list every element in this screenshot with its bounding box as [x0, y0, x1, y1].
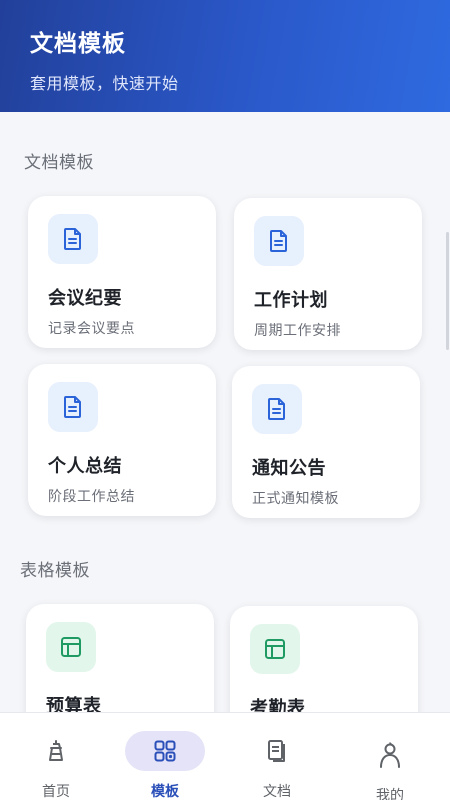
card-description: 正式通知模板 [252, 491, 339, 507]
table-icon [46, 622, 96, 672]
template-card-meeting-minutes[interactable]: 会议纪要 记录会议要点 [28, 196, 216, 348]
nav-item-templates[interactable]: 模板 [109, 713, 221, 800]
card-title: 工作计划 [254, 290, 328, 311]
section-title-document: 文档模板 [24, 153, 94, 173]
card-description: 阶段工作总结 [48, 489, 135, 505]
card-description: 记录会议要点 [48, 321, 135, 337]
page-subtitle: 套用模板，快速开始 [30, 74, 179, 93]
nav-item-documents[interactable]: 文档 [221, 713, 333, 800]
template-card-personal-summary[interactable]: 个人总结 阶段工作总结 [28, 364, 216, 516]
card-title: 预算表 [46, 696, 102, 712]
document-icon [252, 384, 302, 434]
nav-label: 模板 [151, 784, 179, 800]
template-card-budget[interactable]: 预算表 [26, 604, 214, 712]
card-title: 通知公告 [252, 458, 326, 479]
nav-item-profile[interactable]: 我的 [334, 717, 446, 800]
home-icon [49, 740, 63, 761]
grid-icon [154, 740, 176, 762]
document-icon [48, 382, 98, 432]
template-card-work-plan[interactable]: 工作计划 周期工作安排 [234, 198, 422, 350]
scrollbar[interactable] [446, 232, 449, 350]
table-icon [250, 624, 300, 674]
person-icon [380, 742, 400, 768]
page-title: 文档模板 [30, 31, 126, 57]
template-list[interactable]: 文档模板 会议纪要 记录会议要点 工作计划 周期工作安排 个人总结 阶段工作总结… [0, 112, 450, 712]
nav-label: 我的 [376, 788, 404, 800]
nav-label: 首页 [42, 784, 70, 800]
page-header: 文档模板 套用模板，快速开始 [0, 0, 450, 112]
card-title: 个人总结 [48, 456, 122, 477]
files-icon [268, 740, 285, 762]
template-card-notice[interactable]: 通知公告 正式通知模板 [232, 366, 420, 518]
card-title: 会议纪要 [48, 288, 122, 309]
nav-item-home[interactable]: 首页 [0, 713, 112, 800]
card-description: 周期工作安排 [254, 323, 341, 339]
card-title: 考勤表 [250, 698, 306, 712]
document-icon [254, 216, 304, 266]
template-card-attendance[interactable]: 考勤表 [230, 606, 418, 712]
bottom-nav: 首页 模板 文档 我的 [0, 712, 450, 800]
section-title-table: 表格模板 [20, 561, 90, 581]
document-icon [48, 214, 98, 264]
nav-label: 文档 [263, 784, 291, 800]
